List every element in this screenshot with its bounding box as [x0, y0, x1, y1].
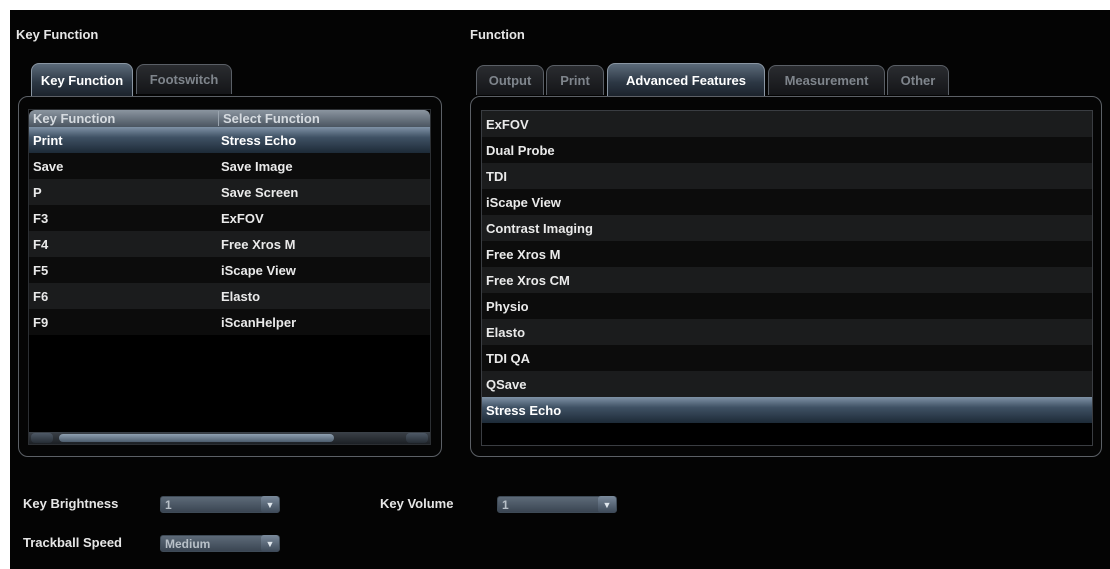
key-cell: F6	[33, 288, 49, 304]
table-row[interactable]: Print Stress Echo	[29, 127, 430, 153]
table-row[interactable]: F5 iScape View	[29, 257, 430, 283]
function-cell: Save Image	[221, 158, 293, 174]
table-row[interactable]: F9 iScanHelper	[29, 309, 430, 335]
trackball-speed-label: Trackball Speed	[23, 535, 122, 550]
column-header-key-function[interactable]: Key Function	[29, 111, 219, 126]
tab-key-function[interactable]: Key Function	[31, 63, 133, 97]
tab-footswitch[interactable]: Footswitch	[136, 64, 232, 94]
table-row[interactable]: Save Save Image	[29, 153, 430, 179]
table-row[interactable]: P Save Screen	[29, 179, 430, 205]
function-panel: ExFOV Dual Probe TDI iScape View Contrast Im…	[470, 96, 1102, 457]
list-item[interactable]: TDI QA	[482, 345, 1092, 371]
scroll-right-arrow-icon[interactable]	[406, 433, 428, 443]
key-cell: Print	[33, 132, 63, 148]
function-cell: ExFOV	[221, 210, 264, 226]
list-item[interactable]: TDI	[482, 163, 1092, 189]
list-item[interactable]: Dual Probe	[482, 137, 1092, 163]
key-function-rows: Print Stress Echo Save Save Image P Save Scre…	[29, 127, 430, 335]
scroll-left-arrow-icon[interactable]	[31, 433, 53, 443]
list-item[interactable]: Elasto	[482, 319, 1092, 345]
list-item[interactable]: ExFOV	[482, 111, 1092, 137]
key-cell: F9	[33, 314, 49, 330]
tab-print[interactable]: Print	[546, 65, 604, 95]
settings-screen: Key Function Key Function Footswitch Key…	[10, 10, 1110, 569]
function-cell: Stress Echo	[221, 132, 297, 148]
chevron-down-icon[interactable]: ▼	[261, 496, 279, 513]
list-item[interactable]: iScape View	[482, 189, 1092, 215]
function-cell: Free Xros M	[221, 236, 296, 252]
function-cell: Elasto	[221, 288, 261, 304]
key-volume-value: 1	[502, 497, 509, 512]
list-item[interactable]: Free Xros M	[482, 241, 1092, 267]
key-cell: Save	[33, 158, 64, 174]
trackball-speed-dropdown[interactable]: Medium ▼	[160, 535, 280, 552]
key-brightness-value: 1	[165, 497, 172, 512]
key-function-section-title: Key Function	[16, 27, 99, 42]
list-item[interactable]: Stress Echo	[482, 397, 1092, 423]
key-cell: P	[33, 184, 42, 200]
list-item[interactable]: Physio	[482, 293, 1092, 319]
tab-other[interactable]: Other	[887, 65, 949, 95]
key-function-table: Key Function Select Function Print Stress…	[28, 109, 431, 445]
table-row[interactable]: F3 ExFOV	[29, 205, 430, 231]
key-volume-label: Key Volume	[380, 496, 454, 511]
function-cell: iScanHelper	[221, 314, 297, 330]
tab-output[interactable]: Output	[476, 65, 544, 95]
key-brightness-dropdown[interactable]: 1 ▼	[160, 496, 280, 513]
table-row[interactable]: F6 Elasto	[29, 283, 430, 309]
scrollbar-thumb[interactable]	[59, 434, 334, 442]
key-cell: F4	[33, 236, 49, 252]
table-row[interactable]: F4 Free Xros M	[29, 231, 430, 257]
horizontal-scrollbar[interactable]	[29, 432, 430, 444]
function-cell: Save Screen	[221, 184, 299, 200]
tab-advanced-features[interactable]: Advanced Features	[607, 63, 765, 97]
key-volume-dropdown[interactable]: 1 ▼	[497, 496, 617, 513]
key-brightness-label: Key Brightness	[23, 496, 119, 511]
key-function-panel: Key Function Select Function Print Stress…	[18, 96, 442, 457]
list-item[interactable]: QSave	[482, 371, 1092, 397]
key-cell: F5	[33, 262, 49, 278]
trackball-speed-value: Medium	[165, 536, 211, 551]
function-items: ExFOV Dual Probe TDI iScape View Contrast Im…	[482, 111, 1092, 423]
key-cell: F3	[33, 210, 49, 226]
function-list: ExFOV Dual Probe TDI iScape View Contrast Im…	[481, 110, 1093, 446]
chevron-down-icon[interactable]: ▼	[598, 496, 616, 513]
function-section-title: Function	[470, 27, 525, 42]
chevron-down-icon[interactable]: ▼	[261, 535, 279, 552]
function-cell: iScape View	[221, 262, 296, 278]
list-item[interactable]: Free Xros CM	[482, 267, 1092, 293]
table-header: Key Function Select Function	[29, 110, 430, 127]
column-header-select-function[interactable]: Select Function	[219, 111, 320, 126]
list-item[interactable]: Contrast Imaging	[482, 215, 1092, 241]
tab-measurement[interactable]: Measurement	[768, 65, 885, 95]
